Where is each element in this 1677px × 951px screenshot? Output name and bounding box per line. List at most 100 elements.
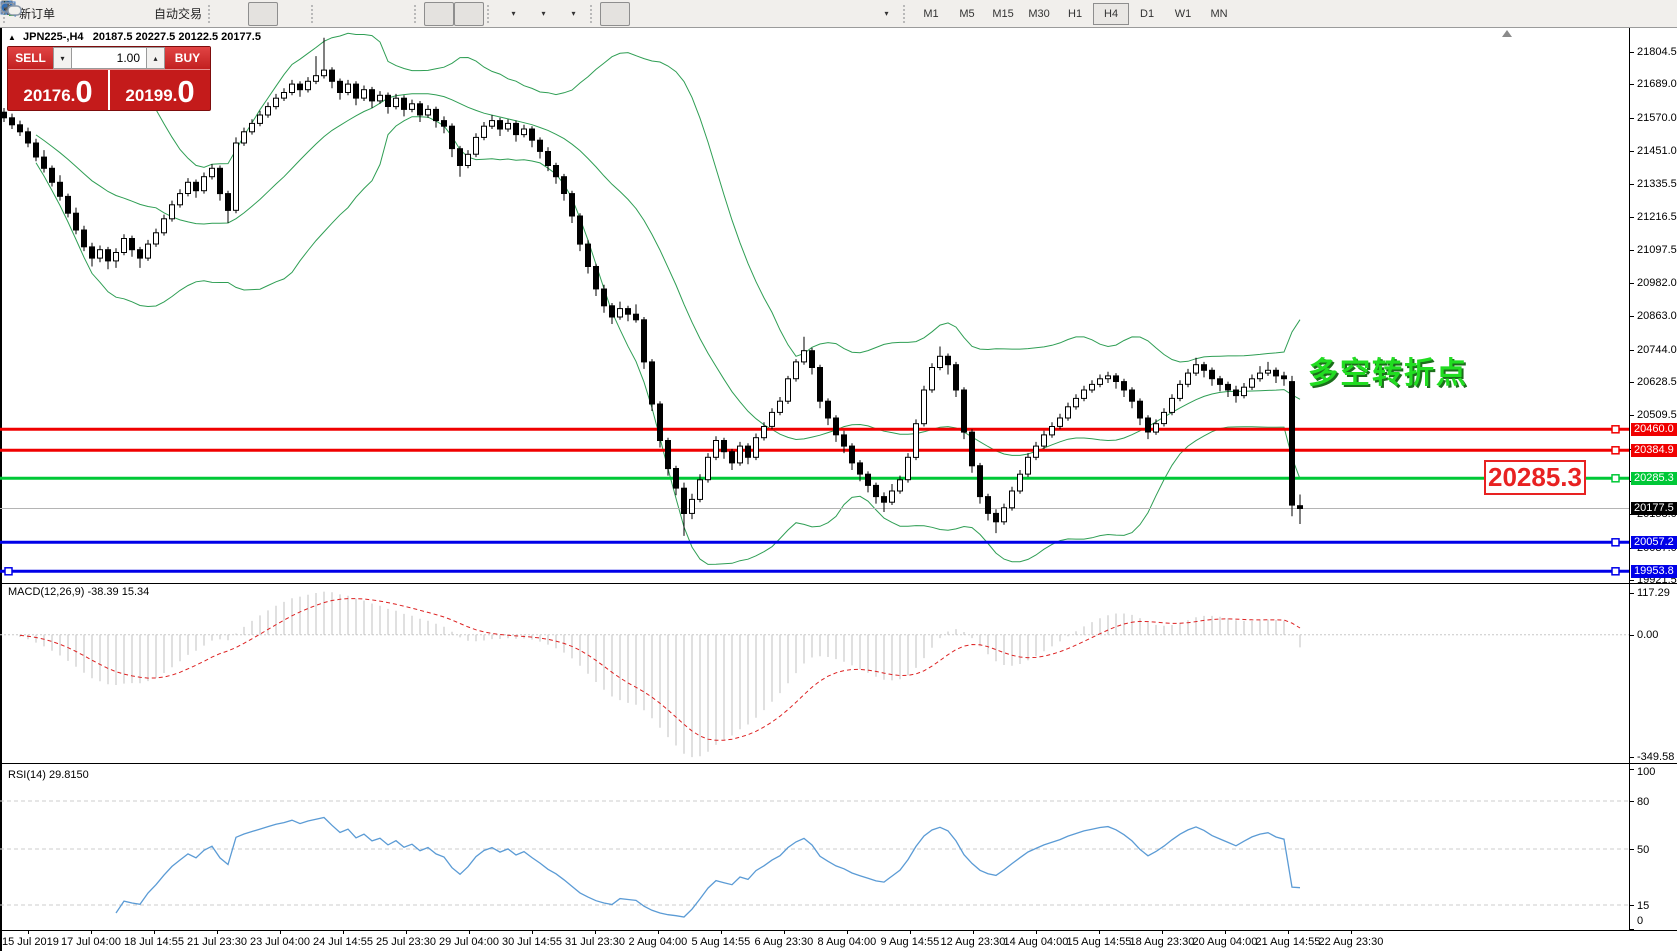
time-axis-label: 18 Jul 14:55 bbox=[124, 936, 184, 948]
price-tick-mark bbox=[1630, 415, 1634, 416]
time-axis-label: 23 Jul 04:00 bbox=[250, 936, 310, 948]
sell-button[interactable]: SELL bbox=[8, 47, 53, 69]
macd-tick-mark bbox=[1630, 757, 1634, 758]
volume-input[interactable] bbox=[72, 47, 146, 69]
price-level-badge: 20384.9 bbox=[1631, 444, 1677, 457]
turning-point-annotation[interactable]: 多空转折点 bbox=[1308, 348, 1468, 392]
time-axis-label: 6 Aug 23:30 bbox=[755, 936, 814, 948]
sell-price[interactable]: 20176. 0 bbox=[8, 70, 108, 110]
time-tick-mark bbox=[469, 931, 470, 934]
time-tick-mark bbox=[217, 931, 218, 934]
time-tick-mark bbox=[910, 931, 911, 934]
chart-shift-marker-icon bbox=[1502, 30, 1512, 37]
macd-label: MACD(12,26,9) -38.39 15.34 bbox=[8, 586, 149, 598]
collapse-triangle-icon: ▲ bbox=[8, 33, 16, 42]
price-tick-label: 21097.5 bbox=[1637, 244, 1677, 256]
rsi-tick-mark bbox=[1630, 905, 1634, 906]
time-axis-label: 12 Aug 23:30 bbox=[941, 936, 1006, 948]
line-handle[interactable] bbox=[1612, 539, 1619, 546]
rsi-line bbox=[116, 818, 1300, 918]
price-tick-mark bbox=[1630, 52, 1634, 53]
time-axis-label: 20 Aug 04:00 bbox=[1193, 936, 1258, 948]
price-tick-mark bbox=[1630, 316, 1634, 317]
price-tick-label: 20863.0 bbox=[1637, 310, 1677, 322]
buy-price[interactable]: 20199. 0 bbox=[110, 70, 210, 110]
ohlc-values-label: 20187.5 20227.5 20122.5 20177.5 bbox=[93, 31, 261, 43]
time-tick-mark bbox=[406, 931, 407, 934]
line-handle[interactable] bbox=[1612, 426, 1619, 433]
time-tick-mark bbox=[1162, 931, 1163, 934]
price-tick-label: 21335.5 bbox=[1637, 178, 1677, 190]
chart-canvas[interactable] bbox=[0, 0, 1677, 951]
time-axis-label: 29 Jul 04:00 bbox=[439, 936, 499, 948]
sell-price-main: 20176. bbox=[23, 85, 75, 107]
time-axis-label: 5 Aug 14:55 bbox=[692, 936, 751, 948]
time-tick-mark bbox=[847, 931, 848, 934]
time-axis-label: 22 Aug 23:30 bbox=[1319, 936, 1384, 948]
buy-price-big-digit: 0 bbox=[177, 77, 194, 107]
time-tick-mark bbox=[91, 931, 92, 934]
time-axis-label: 9 Aug 14:55 bbox=[881, 936, 940, 948]
price-tick-label: 20628.5 bbox=[1637, 376, 1677, 388]
time-axis-label: 2 Aug 04:00 bbox=[629, 936, 688, 948]
volume-up-button[interactable]: ▴ bbox=[146, 47, 165, 69]
time-axis-label: 8 Aug 04:00 bbox=[818, 936, 877, 948]
time-axis-label: 24 Jul 14:55 bbox=[313, 936, 373, 948]
rsi-scale-label: 15 bbox=[1637, 900, 1649, 912]
macd-scale-label: 117.29 bbox=[1637, 587, 1670, 599]
time-tick-mark bbox=[28, 931, 29, 934]
buy-button[interactable]: BUY bbox=[165, 47, 210, 69]
line-handle[interactable] bbox=[1612, 568, 1619, 575]
time-axis-label: 17 Jul 04:00 bbox=[61, 936, 121, 948]
price-callout-box[interactable]: 20285.3 bbox=[1484, 460, 1586, 495]
price-tick-mark bbox=[1630, 250, 1634, 251]
macd-scale-label: 0.00 bbox=[1637, 629, 1658, 641]
time-axis-label: 30 Jul 14:55 bbox=[502, 936, 562, 948]
time-tick-mark bbox=[532, 931, 533, 934]
time-tick-mark bbox=[1225, 931, 1226, 934]
price-level-badge: 20057.2 bbox=[1631, 536, 1677, 549]
line-handle[interactable] bbox=[1612, 475, 1619, 482]
rsi-tick-mark bbox=[1630, 929, 1634, 930]
time-tick-mark bbox=[1036, 931, 1037, 934]
rsi-scale-label: 0 bbox=[1637, 915, 1643, 927]
line-handle[interactable] bbox=[5, 568, 12, 575]
macd-tick-mark bbox=[1630, 593, 1634, 594]
time-axis-label: 31 Jul 23:30 bbox=[565, 936, 625, 948]
time-tick-mark bbox=[595, 931, 596, 934]
price-level-badge: 20460.0 bbox=[1631, 423, 1677, 436]
time-axis-label: 15 Jul 2019 bbox=[2, 936, 59, 948]
volume-down-button[interactable]: ▾ bbox=[53, 47, 72, 69]
rsi-scale-label: 100 bbox=[1637, 766, 1655, 778]
price-tick-label: 21216.5 bbox=[1637, 211, 1677, 223]
price-tick-label: 21804.5 bbox=[1637, 46, 1677, 58]
time-axis-label: 21 Jul 23:30 bbox=[187, 936, 247, 948]
price-tick-mark bbox=[1630, 382, 1634, 383]
price-tick-mark bbox=[1630, 350, 1634, 351]
rsi-tick-mark bbox=[1630, 849, 1634, 850]
time-tick-mark bbox=[1351, 931, 1352, 934]
price-tick-label: 21570.0 bbox=[1637, 112, 1677, 124]
time-tick-mark bbox=[280, 931, 281, 934]
time-tick-mark bbox=[1099, 931, 1100, 934]
rsi-scale-label: 50 bbox=[1637, 844, 1649, 856]
price-level-badge: 20285.3 bbox=[1631, 472, 1677, 485]
one-click-trading-panel: SELL ▾ ▴ BUY 20176. 0 20199. 0 bbox=[7, 46, 211, 111]
line-handle[interactable] bbox=[1612, 447, 1619, 454]
sell-price-big-digit: 0 bbox=[75, 77, 92, 107]
panel-separator[interactable] bbox=[0, 583, 1677, 584]
rsi-scale-label: 80 bbox=[1637, 796, 1649, 808]
bollinger-lo-band bbox=[36, 117, 1300, 565]
time-axis-label: 25 Jul 23:30 bbox=[376, 936, 436, 948]
price-level-badge: 19953.8 bbox=[1631, 565, 1677, 578]
panel-separator[interactable] bbox=[0, 763, 1677, 764]
price-tick-label: 20509.5 bbox=[1637, 409, 1677, 421]
time-tick-mark bbox=[658, 931, 659, 934]
rsi-tick-mark bbox=[1630, 769, 1634, 770]
time-axis-label: 14 Aug 04:00 bbox=[1004, 936, 1069, 948]
price-tick-label: 20744.0 bbox=[1637, 344, 1677, 356]
price-tick-label: 21451.0 bbox=[1637, 145, 1677, 157]
time-axis-label: 21 Aug 14:55 bbox=[1256, 936, 1321, 948]
time-tick-mark bbox=[721, 931, 722, 934]
rsi-tick-mark bbox=[1630, 801, 1634, 802]
